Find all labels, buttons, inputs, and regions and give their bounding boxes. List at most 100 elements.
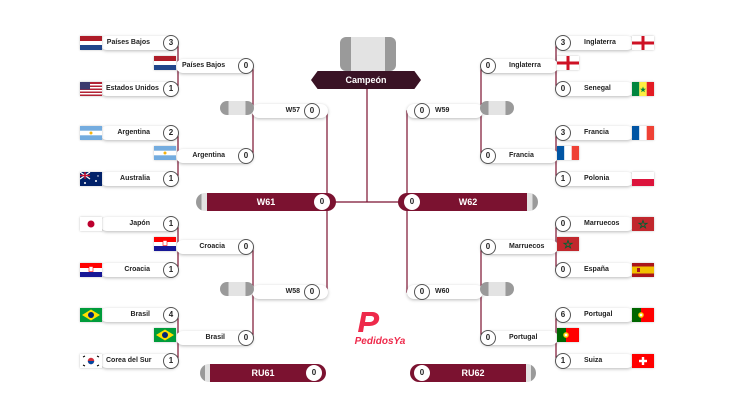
- right-final-bar[interactable]: 0 W62: [398, 193, 538, 211]
- team-name: Inglaterra: [584, 39, 616, 46]
- team-placeholder-icon: [220, 101, 254, 115]
- team-name: Brasil: [205, 334, 225, 341]
- trophy-placeholder-icon: [340, 37, 396, 71]
- match-label: W60: [435, 288, 450, 295]
- team-name: Argentina: [117, 129, 150, 136]
- score-badge: 1: [163, 81, 179, 97]
- score-badge: 0: [480, 239, 496, 255]
- match-label: W57: [285, 107, 300, 114]
- score-badge: 0: [414, 103, 430, 119]
- ar-flag-icon: [80, 126, 102, 140]
- score-badge: 1: [163, 216, 179, 232]
- sn-flag-icon: [632, 82, 654, 96]
- brand-name: PedidosYa: [354, 336, 406, 347]
- score-badge: 0: [306, 365, 322, 381]
- en-flag-icon: [557, 56, 579, 70]
- score-badge: 0: [414, 284, 430, 300]
- team-name: Argentina: [192, 152, 225, 159]
- match-label: W61: [256, 197, 276, 207]
- score-badge: 0: [314, 194, 330, 210]
- score-badge: 0: [238, 239, 254, 255]
- score-badge: 0: [480, 330, 496, 346]
- team-placeholder-icon: [220, 282, 254, 296]
- score-badge: 0: [304, 103, 320, 119]
- ma-flag-icon: [557, 237, 579, 251]
- score-badge: 0: [238, 148, 254, 164]
- team-placeholder-icon: [480, 101, 514, 115]
- score-badge: 0: [304, 284, 320, 300]
- fr-flag-icon: [632, 126, 654, 140]
- ar-flag-icon: [154, 146, 176, 160]
- team-name: Marruecos: [584, 220, 620, 227]
- score-badge: 0: [555, 81, 571, 97]
- team-name: España: [584, 266, 609, 273]
- score-badge: 0: [480, 148, 496, 164]
- score-badge: 1: [555, 171, 571, 187]
- score-badge: 0: [238, 58, 254, 74]
- team-name: Países Bajos: [106, 39, 150, 46]
- score-badge: 0: [480, 58, 496, 74]
- score-badge: 1: [163, 353, 179, 369]
- nl-flag-icon: [154, 56, 176, 70]
- team-name: Croacia: [199, 243, 225, 250]
- hr-flag-icon: [154, 237, 176, 251]
- champion-banner: Campeón: [311, 71, 421, 89]
- score-badge: 2: [163, 125, 179, 141]
- pedidosya-logo: PedidosYa: [330, 310, 430, 350]
- right-third-place-bar[interactable]: 0 RU62: [410, 364, 536, 382]
- team-name: Inglaterra: [509, 62, 541, 69]
- score-badge: 1: [555, 353, 571, 369]
- pt-flag-icon: [632, 308, 654, 322]
- match-label: W59: [435, 107, 450, 114]
- kr-flag-icon: [80, 354, 102, 368]
- score-badge: 0: [404, 194, 420, 210]
- br-flag-icon: [154, 328, 176, 342]
- match-label: W58: [285, 288, 300, 295]
- nl-flag-icon: [80, 36, 102, 50]
- team-name: Países Bajos: [182, 62, 226, 69]
- team-placeholder-icon: [480, 282, 514, 296]
- us-flag-icon: [80, 82, 102, 96]
- team-name: Portugal: [584, 311, 613, 318]
- match-label: RU61: [251, 368, 275, 378]
- team-name: Marruecos: [509, 243, 545, 250]
- team-name: Francia: [509, 152, 534, 159]
- team-name: Francia: [584, 129, 609, 136]
- ch-flag-icon: [632, 354, 654, 368]
- pt-flag-icon: [557, 328, 579, 342]
- match-label: W62: [458, 197, 478, 207]
- pedidosya-logo-icon: [358, 312, 380, 332]
- jp-flag-icon: [80, 217, 102, 231]
- team-name: Corea del Sur: [106, 357, 152, 364]
- score-badge: 0: [555, 216, 571, 232]
- team-name: Portugal: [509, 334, 538, 341]
- score-badge: 0: [414, 365, 430, 381]
- fr-flag-icon: [557, 146, 579, 160]
- au-flag-icon: [80, 172, 102, 186]
- score-badge: 3: [555, 35, 571, 51]
- team-name: Croacia: [124, 266, 150, 273]
- team-name: Australia: [120, 175, 150, 182]
- team-name: Estados Unidos: [106, 85, 159, 92]
- score-badge: 4: [163, 307, 179, 323]
- score-badge: 6: [555, 307, 571, 323]
- team-name: Japón: [129, 220, 150, 227]
- ma-flag-icon: [632, 217, 654, 231]
- team-name: Polonia: [584, 175, 610, 182]
- team-name: Suiza: [584, 357, 603, 364]
- score-badge: 0: [555, 262, 571, 278]
- pl-flag-icon: [632, 172, 654, 186]
- score-badge: 1: [163, 262, 179, 278]
- score-badge: 3: [555, 125, 571, 141]
- match-label: RU62: [461, 368, 485, 378]
- score-badge: 1: [163, 171, 179, 187]
- team-name: Senegal: [584, 85, 611, 92]
- en-flag-icon: [632, 36, 654, 50]
- left-final-bar[interactable]: W61 0: [196, 193, 336, 211]
- team-name: Brasil: [130, 311, 150, 318]
- score-badge: 0: [238, 330, 254, 346]
- br-flag-icon: [80, 308, 102, 322]
- es-flag-icon: [632, 263, 654, 277]
- left-third-place-bar[interactable]: RU61 0: [200, 364, 326, 382]
- score-badge: 3: [163, 35, 179, 51]
